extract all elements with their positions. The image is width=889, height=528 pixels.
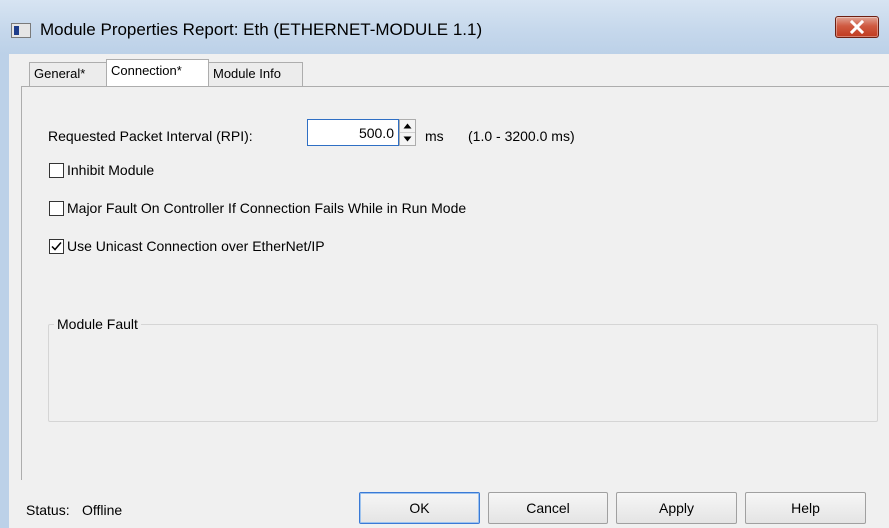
module-fault-group xyxy=(48,324,878,422)
inhibit-module-label[interactable]: Inhibit Module xyxy=(67,162,154,178)
rpi-unit: ms xyxy=(425,128,444,144)
window-frame xyxy=(0,54,9,528)
tab-module-info[interactable]: Module Info xyxy=(208,62,303,86)
window-title: Module Properties Report: Eth (ETHERNET-… xyxy=(40,20,483,39)
app-icon xyxy=(11,23,31,38)
close-icon xyxy=(850,20,864,34)
status-value: Offline xyxy=(82,502,123,518)
tab-general[interactable]: General* xyxy=(29,62,107,86)
tab-connection[interactable]: Connection* xyxy=(106,59,209,86)
major-fault-checkbox[interactable] xyxy=(49,201,64,216)
close-button[interactable] xyxy=(835,16,879,38)
rpi-spinner[interactable] xyxy=(399,119,416,146)
unicast-connection-checkbox[interactable] xyxy=(49,239,64,254)
cancel-button[interactable]: Cancel xyxy=(488,492,608,524)
apply-button[interactable]: Apply xyxy=(616,492,737,524)
major-fault-label[interactable]: Major Fault On Controller If Connection … xyxy=(67,200,466,216)
status-label: Status: xyxy=(26,502,70,518)
inhibit-module-checkbox[interactable] xyxy=(49,163,64,178)
arrow-up-icon xyxy=(403,123,412,129)
arrow-down-icon xyxy=(403,136,412,142)
help-button[interactable]: Help xyxy=(745,492,866,524)
rpi-label: Requested Packet Interval (RPI): xyxy=(48,128,253,144)
unicast-connection-label[interactable]: Use Unicast Connection over EtherNet/IP xyxy=(67,238,325,254)
ok-button[interactable]: OK xyxy=(359,492,480,524)
spin-down-button[interactable] xyxy=(400,133,415,145)
title-bar[interactable]: Module Properties Report: Eth (ETHERNET-… xyxy=(0,0,889,54)
rpi-range: (1.0 - 3200.0 ms) xyxy=(468,128,575,144)
rpi-input[interactable] xyxy=(307,119,399,146)
checkmark-icon xyxy=(51,242,62,251)
module-fault-title: Module Fault xyxy=(54,316,141,332)
spin-up-button[interactable] xyxy=(400,120,415,133)
